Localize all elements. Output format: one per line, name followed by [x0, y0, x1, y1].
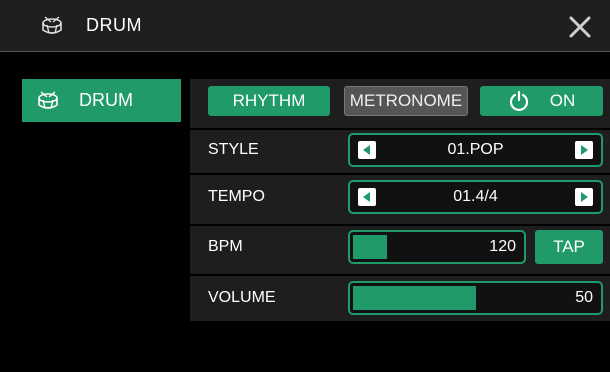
style-value: 01.POP	[447, 141, 504, 158]
row-divider	[190, 274, 610, 276]
volume-slider[interactable]: 50	[348, 281, 603, 315]
row-divider	[190, 173, 610, 175]
tab-metronome[interactable]: METRONOME	[344, 86, 468, 116]
close-icon[interactable]	[567, 14, 593, 40]
tempo-next-button[interactable]	[575, 188, 593, 206]
tab-rhythm[interactable]: RHYTHM	[208, 86, 330, 116]
title-bar: DRUM	[0, 0, 610, 52]
arrow-right-icon	[581, 145, 588, 155]
power-label: ON	[549, 91, 576, 110]
tab-rhythm-label: RHYTHM	[232, 91, 306, 110]
style-next-button[interactable]	[575, 141, 593, 159]
tempo-label: TEMPO	[208, 188, 265, 205]
bottom-strip	[0, 358, 610, 372]
volume-label: VOLUME	[208, 289, 276, 306]
bpm-slider[interactable]: 120	[348, 230, 526, 264]
volume-slider-fill	[353, 286, 476, 310]
bpm-slider-fill	[353, 235, 387, 259]
tap-button[interactable]: TAP	[535, 230, 603, 264]
page-title: DRUM	[86, 15, 142, 35]
style-label: STYLE	[208, 141, 259, 158]
style-selector: 01.POP	[348, 133, 603, 167]
power-icon	[509, 90, 528, 112]
tempo-value: 01.4/4	[453, 188, 498, 205]
arrow-right-icon	[581, 192, 588, 202]
row-divider	[190, 128, 610, 130]
row-divider	[190, 224, 610, 226]
sidebar-item-label: DRUM	[79, 90, 133, 110]
tab-metronome-label: METRONOME	[349, 91, 463, 110]
drum-icon	[42, 16, 62, 34]
power-on-button[interactable]: ON	[480, 86, 603, 116]
tap-button-label: TAP	[553, 237, 585, 256]
sidebar-item-drum[interactable]: DRUM	[22, 79, 181, 122]
bpm-label: BPM	[208, 238, 243, 255]
bpm-value: 120	[489, 238, 516, 255]
tempo-selector: 01.4/4	[348, 180, 603, 214]
drum-icon	[38, 91, 58, 109]
volume-value: 50	[575, 289, 593, 306]
